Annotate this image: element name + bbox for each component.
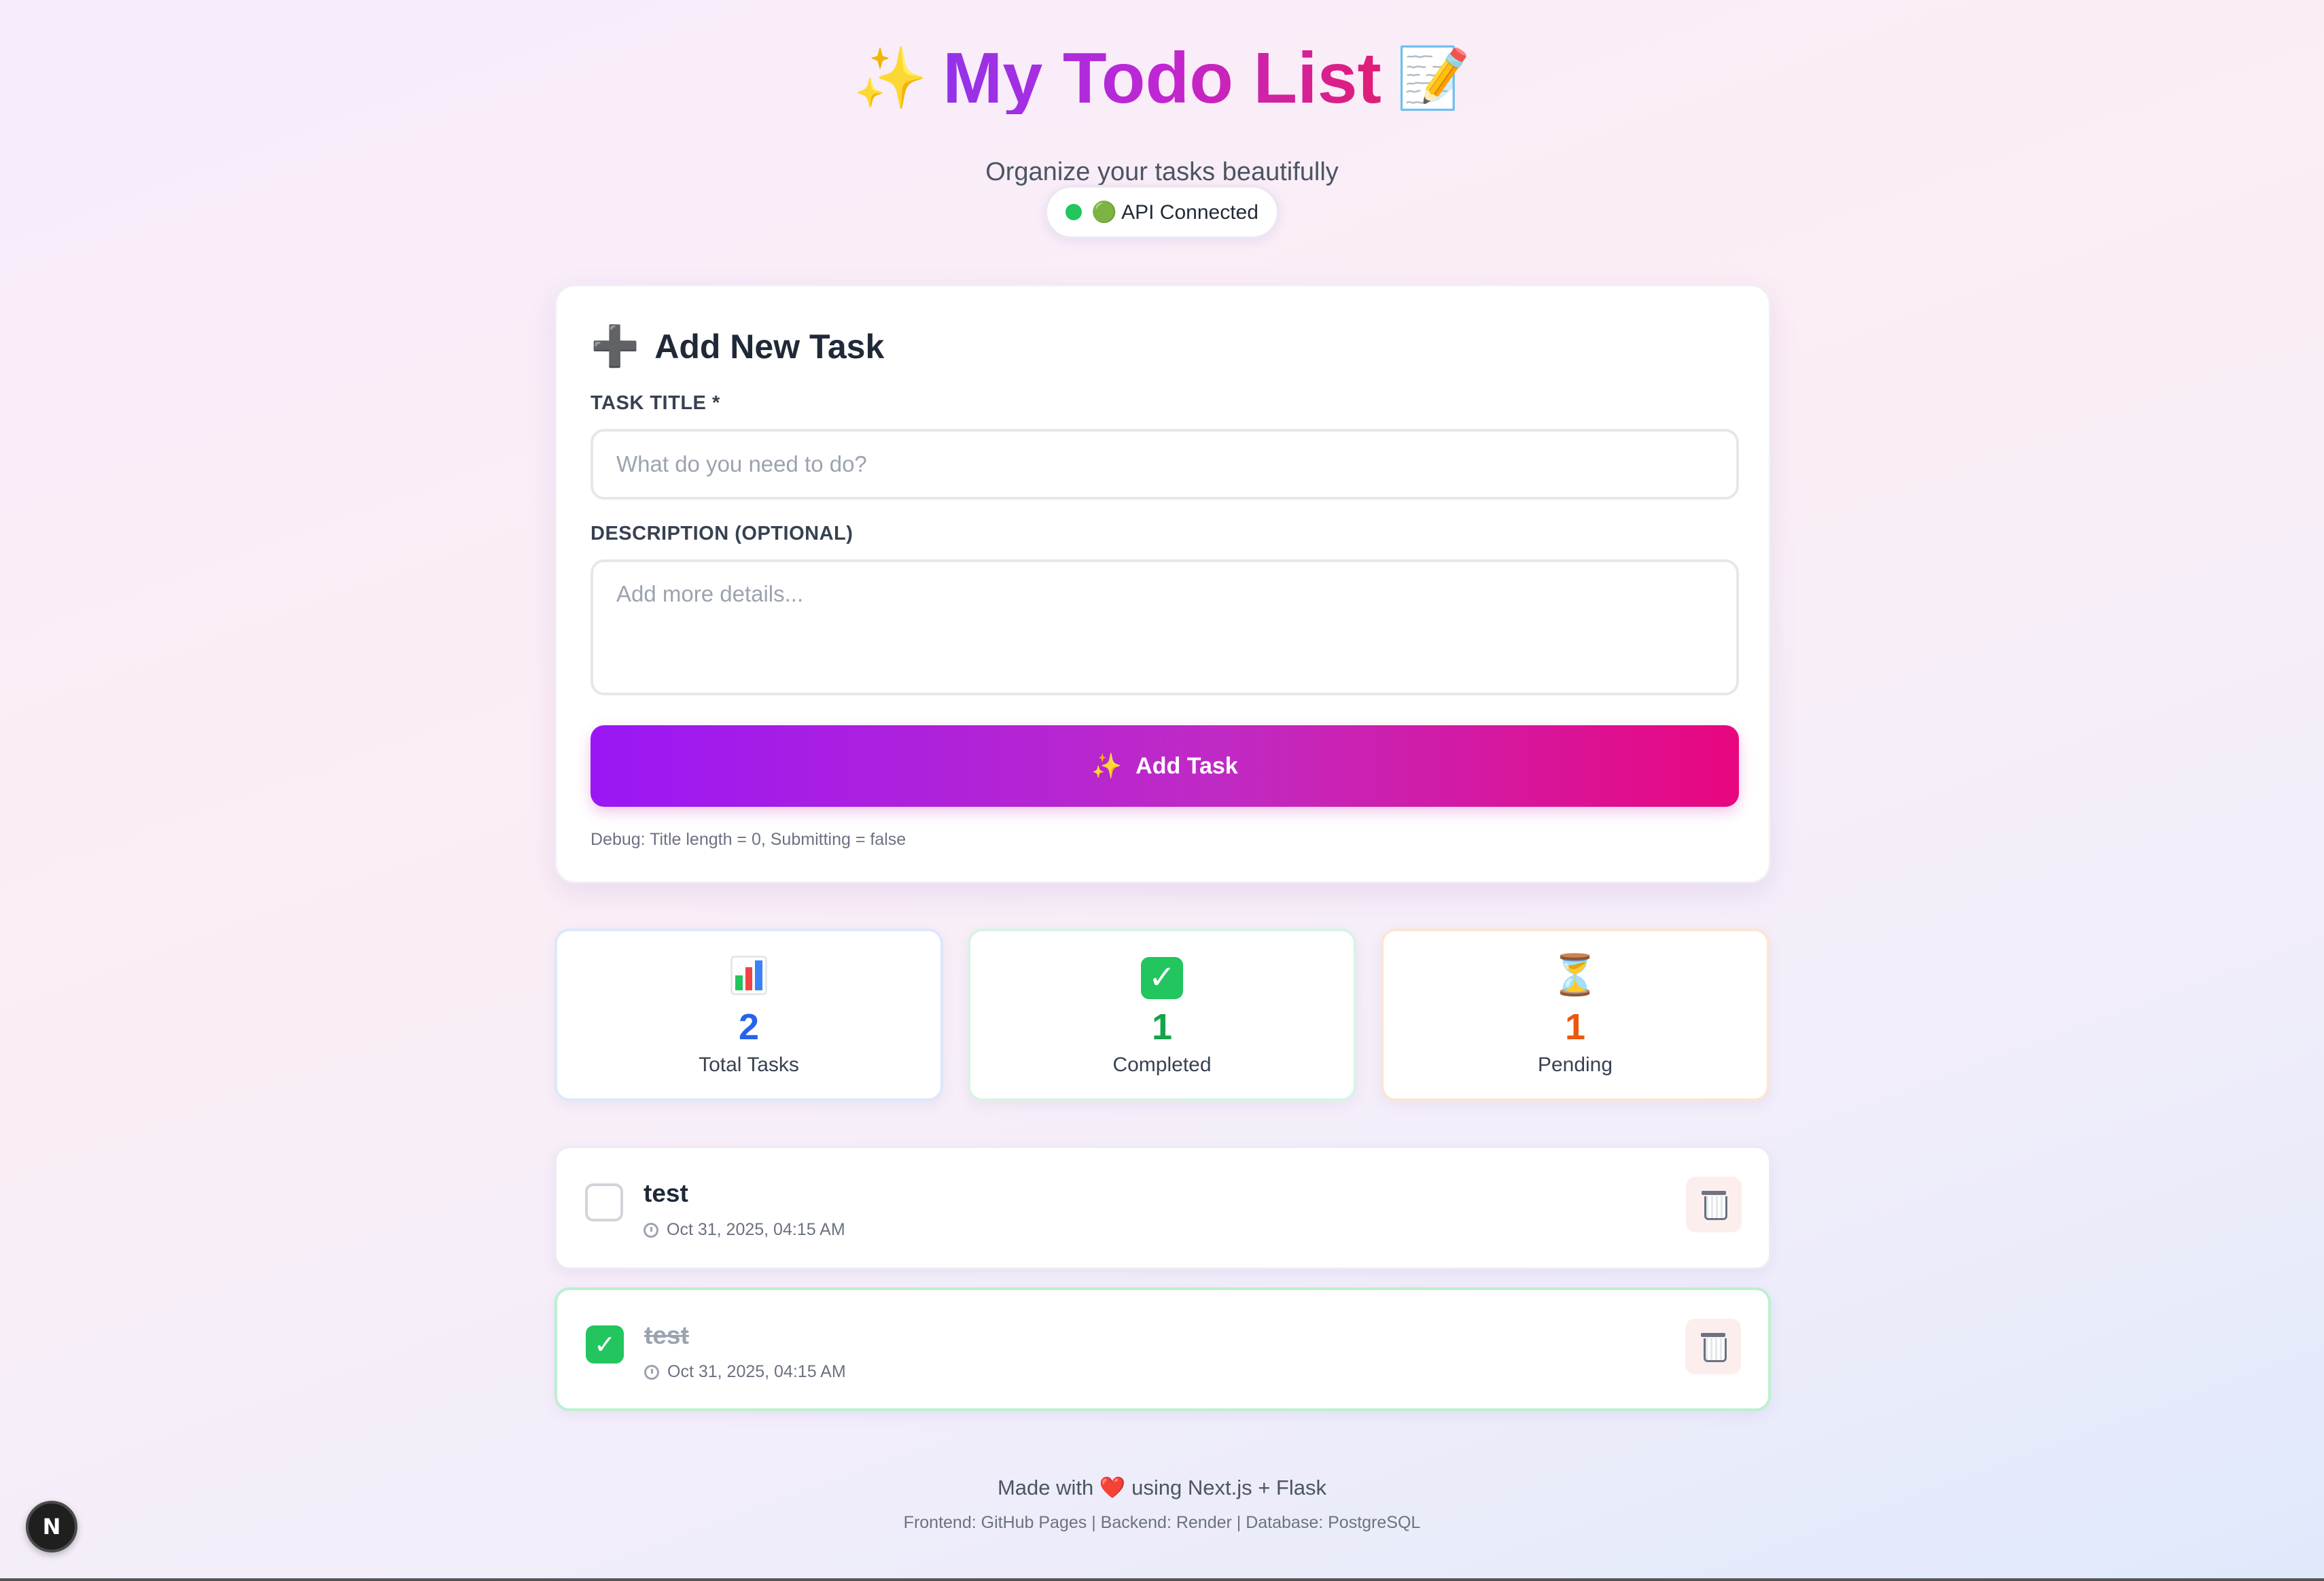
add-task-button[interactable]: ✨ Add Task (591, 725, 1739, 807)
trash-icon (1700, 1332, 1727, 1362)
task-title: test (644, 1321, 689, 1349)
trash-icon (1700, 1189, 1727, 1220)
sparkles-icon: ✨ (853, 44, 928, 111)
nextjs-dev-indicator-button[interactable]: N (26, 1501, 77, 1552)
clock-icon (644, 1222, 658, 1238)
task-timestamp: Oct 31, 2025, 04:15 AM (644, 1362, 846, 1382)
stat-label-total: Total Tasks (699, 1054, 799, 1076)
add-task-button-label: Add Task (1135, 752, 1238, 779)
page-title-text: My Todo List (943, 38, 1381, 118)
stat-value-pending: 1 (1564, 1007, 1586, 1047)
stat-label-completed: Completed (1112, 1054, 1212, 1076)
footer-credit: Made with ❤️ using Next.js + Flask (0, 1475, 2324, 1500)
task-checkbox[interactable] (585, 1183, 623, 1221)
delete-task-button[interactable] (1685, 1319, 1741, 1374)
status-dot-icon (1066, 204, 1082, 220)
task-time-text: Oct 31, 2025, 04:15 AM (667, 1220, 845, 1239)
add-task-heading-text: Add New Task (654, 328, 885, 366)
task-time-text: Oct 31, 2025, 04:15 AM (667, 1362, 846, 1381)
page-header: ✨ My Todo List 📝 Organize your tasks bea… (0, 34, 2324, 187)
footer-credit-prefix: Made with (997, 1476, 1094, 1499)
window-bottom-edge (0, 1578, 2324, 1581)
task-title-input[interactable] (591, 429, 1739, 500)
delete-task-button[interactable] (1686, 1177, 1742, 1232)
clock-icon (644, 1364, 659, 1380)
check-mark-icon: ✓ (970, 956, 1354, 999)
description-textarea[interactable] (591, 559, 1739, 695)
heart-icon: ❤️ (1099, 1476, 1126, 1499)
task-checkbox[interactable]: ✓ (586, 1325, 624, 1363)
task-title: test (644, 1179, 688, 1207)
todo-app-page: ✨ My Todo List 📝 Organize your tasks bea… (0, 0, 2324, 1581)
stat-card-total: 2 Total Tasks (554, 928, 943, 1101)
bar-chart-icon (557, 956, 940, 997)
task-item: test Oct 31, 2025, 04:15 AM (554, 1146, 1771, 1270)
sparkles-icon: ✨ (1091, 752, 1123, 780)
task-title-label: TASK TITLE * (591, 392, 720, 414)
api-status-badge: 🟢 API Connected (1044, 185, 1280, 239)
api-status-text: 🟢 API Connected (1091, 201, 1258, 224)
task-item: ✓ test Oct 31, 2025, 04:15 AM (554, 1287, 1771, 1411)
add-task-heading: ➕ Add New Task (591, 324, 884, 369)
stat-card-pending: ⏳ 1 Pending (1381, 928, 1770, 1101)
page-title: ✨ My Todo List 📝 (0, 34, 2324, 122)
stat-label-pending: Pending (1537, 1054, 1613, 1076)
plus-icon: ➕ (591, 324, 640, 368)
debug-text: Debug: Title length = 0, Submitting = fa… (591, 830, 906, 849)
memo-icon: 📝 (1396, 44, 1471, 111)
check-icon: ✓ (594, 1330, 616, 1359)
description-label: DESCRIPTION (OPTIONAL) (591, 523, 853, 544)
task-timestamp: Oct 31, 2025, 04:15 AM (644, 1220, 845, 1240)
stat-value-total: 2 (738, 1007, 760, 1047)
footer-credit-suffix: using Next.js + Flask (1131, 1476, 1326, 1499)
page-subtitle: Organize your tasks beautifully (985, 158, 1339, 186)
add-task-card: ➕ Add New Task TASK TITLE * DESCRIPTION … (554, 284, 1771, 884)
stat-card-completed: ✓ 1 Completed (968, 928, 1356, 1101)
hourglass-icon: ⏳ (1550, 953, 1600, 997)
stat-value-completed: 1 (1151, 1007, 1173, 1047)
footer-stack-info: Frontend: GitHub Pages | Backend: Render… (903, 1513, 1421, 1532)
